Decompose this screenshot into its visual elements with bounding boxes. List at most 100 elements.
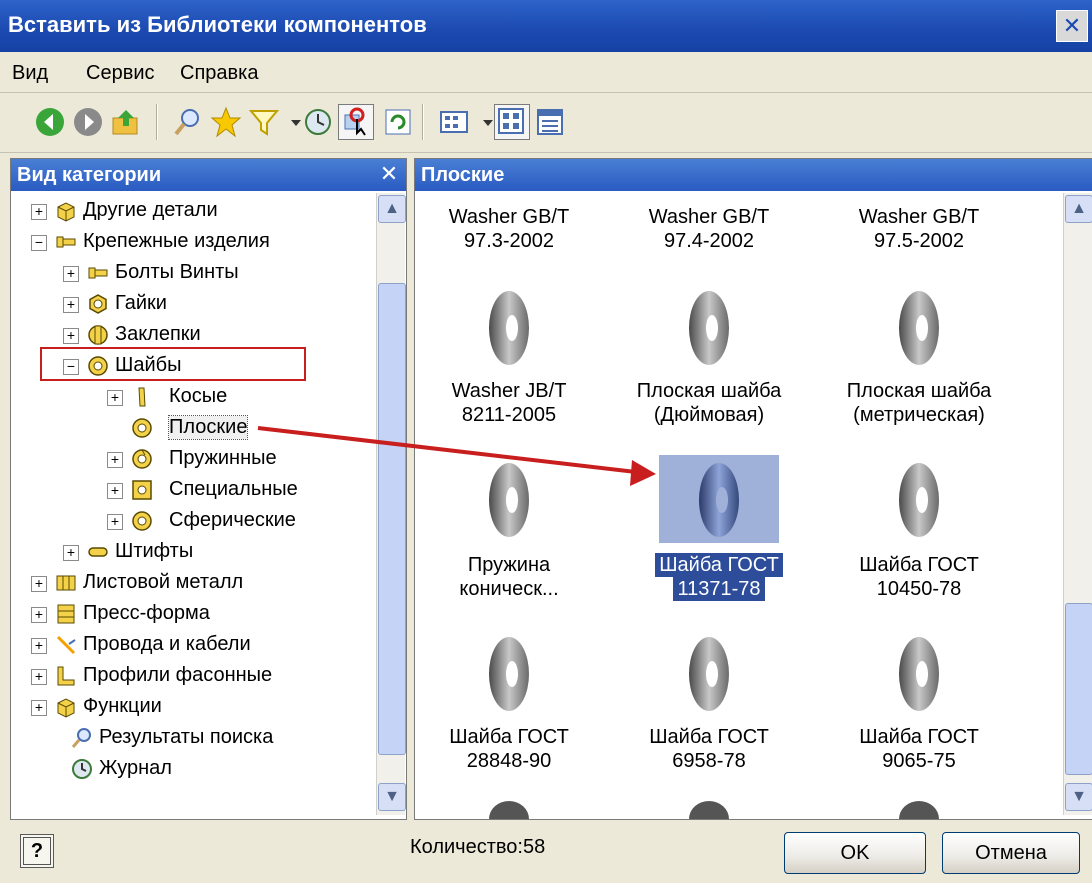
component-item[interactable]: Washer GB/T 97.4-2002: [609, 205, 809, 253]
component-item-selected[interactable]: Шайба ГОСТ 11371-78: [619, 553, 819, 601]
component-item[interactable]: Washer JB/T 8211-2005: [409, 379, 609, 427]
tree-item-special[interactable]: + Специальные: [107, 476, 377, 506]
component-label: Шайба ГОСТ: [449, 726, 569, 748]
refresh-icon[interactable]: [382, 106, 414, 138]
component-label: Washer GB/T: [448, 206, 570, 228]
cancel-button[interactable]: Отмена: [942, 832, 1080, 874]
tree-item-nuts[interactable]: + Гайки: [63, 290, 383, 320]
tree-item-label: Пресс-форма: [83, 602, 210, 624]
forward-icon[interactable]: [72, 106, 104, 138]
tree-expander[interactable]: +: [107, 514, 123, 530]
filter-icon[interactable]: [248, 106, 280, 138]
component-item[interactable]: Шайба ГОСТ 28848-90: [409, 725, 609, 773]
tree-item-profiles[interactable]: + Профили фасонные: [31, 662, 371, 692]
back-icon[interactable]: [34, 106, 66, 138]
component-item[interactable]: Шайба ГОСТ 6958-78: [609, 725, 809, 773]
scroll-thumb[interactable]: [1065, 603, 1092, 775]
tree-expander[interactable]: +: [31, 700, 47, 716]
help-button[interactable]: ?: [20, 834, 54, 868]
category-scrollbar[interactable]: ▲ ▼: [376, 193, 406, 815]
component-item[interactable]: Плоская шайба (Дюймовая): [609, 379, 809, 427]
washer-thumbnail-icon: [489, 291, 529, 365]
component-label: Washer GB/T: [858, 206, 980, 228]
tree-item-mold[interactable]: + Пресс-форма: [31, 600, 371, 630]
washer-icon: [132, 511, 152, 531]
scroll-down-button[interactable]: ▼: [1065, 783, 1092, 811]
tree-expander[interactable]: +: [107, 483, 123, 499]
tree-item-label: Результаты поиска: [99, 726, 274, 748]
component-item[interactable]: Плоская шайба (метрическая): [819, 379, 1019, 427]
washer-thumbnail-icon: [489, 637, 529, 711]
tree-item-journal[interactable]: Журнал: [31, 755, 371, 785]
scroll-thumb[interactable]: [378, 283, 406, 755]
component-label: Шайба ГОСТ: [655, 553, 783, 577]
favorites-star-icon[interactable]: [210, 106, 242, 138]
tree-item-search-results[interactable]: Результаты поиска: [31, 724, 371, 754]
washer-thumbnail-icon: [689, 637, 729, 711]
ok-button[interactable]: OK: [784, 832, 926, 874]
tree-item-bolts-screws[interactable]: + Болты Винты: [63, 259, 383, 289]
close-icon[interactable]: ✕: [378, 163, 400, 185]
tree-expander[interactable]: +: [107, 452, 123, 468]
scroll-down-button[interactable]: ▼: [378, 783, 406, 811]
tree-expander[interactable]: +: [63, 328, 79, 344]
scroll-up-button[interactable]: ▲: [1065, 195, 1092, 223]
close-window-button[interactable]: ✕: [1056, 10, 1088, 42]
tree-item-spring[interactable]: + Пружинные: [107, 445, 377, 475]
tree-expander[interactable]: −: [31, 235, 47, 251]
large-icons-view-icon[interactable]: [494, 104, 530, 140]
tree-expander[interactable]: +: [63, 297, 79, 313]
tree-expander[interactable]: +: [31, 638, 47, 654]
up-folder-icon[interactable]: [110, 106, 142, 138]
highlight-box: [40, 347, 306, 381]
tree-expander[interactable]: +: [107, 390, 123, 406]
washer-thumbnail-icon: [899, 801, 939, 819]
tree-item-spherical[interactable]: + Сферические: [107, 507, 377, 537]
component-label: 97.5-2002: [873, 230, 965, 252]
scroll-up-button[interactable]: ▲: [378, 195, 406, 223]
tree-expander[interactable]: +: [31, 204, 47, 220]
tree-expander[interactable]: +: [31, 607, 47, 623]
bolt-icon: [88, 267, 108, 279]
tree-item-pins[interactable]: + Штифты: [63, 538, 383, 568]
tree-expander[interactable]: +: [31, 576, 47, 592]
history-icon: [72, 759, 92, 779]
component-item[interactable]: Washer GB/T 97.5-2002: [819, 205, 1019, 253]
status-bar: ? Количество:58 OK Отмена: [0, 822, 1092, 883]
component-item[interactable]: Пружина коническ...: [409, 553, 609, 601]
view-options-dropdown-icon[interactable]: [472, 106, 493, 138]
component-item[interactable]: Washer GB/T 97.3-2002: [409, 205, 609, 253]
filter-dropdown-icon[interactable]: [280, 106, 301, 138]
search-icon[interactable]: [172, 106, 204, 138]
tree-expander[interactable]: +: [63, 266, 79, 282]
tree-expander[interactable]: +: [63, 545, 79, 561]
details-view-icon[interactable]: [534, 106, 566, 138]
menu-view[interactable]: Вид: [12, 62, 48, 85]
tree-item-label: Плоские: [167, 415, 249, 440]
search-icon: [71, 728, 91, 748]
component-label: 6958-78: [672, 750, 746, 772]
component-label: 97.3-2002: [463, 230, 555, 252]
components-scrollbar[interactable]: ▲ ▼: [1063, 193, 1092, 815]
tree-item-other-parts[interactable]: + Другие детали: [31, 197, 371, 227]
select-component-icon[interactable]: [338, 104, 374, 140]
menu-help[interactable]: Справка: [180, 62, 258, 85]
tree-item-fasteners[interactable]: − Крепежные изделия: [31, 228, 371, 258]
history-icon[interactable]: [302, 106, 334, 138]
tree-item-flat[interactable]: Плоские: [107, 414, 377, 444]
menu-service[interactable]: Сервис: [86, 62, 155, 85]
component-item[interactable]: Шайба ГОСТ 10450-78: [819, 553, 1019, 601]
tree-item-oblique[interactable]: + Косые: [107, 383, 377, 413]
component-label: Шайба ГОСТ: [859, 726, 979, 748]
rivet-icon: [88, 325, 108, 345]
tree-expander[interactable]: +: [31, 669, 47, 685]
view-options-icon[interactable]: [438, 106, 470, 138]
component-item[interactable]: Шайба ГОСТ 9065-75: [819, 725, 1019, 773]
tree-item-sheet-metal[interactable]: + Листовой металл: [31, 569, 371, 599]
part-icon: [57, 202, 75, 222]
tree-item-functions[interactable]: + Функции: [31, 693, 371, 723]
washer-icon: [132, 418, 152, 438]
tree-item-label: Штифты: [115, 540, 194, 562]
component-label: (метрическая): [853, 404, 985, 426]
tree-item-wires-cables[interactable]: + Провода и кабели: [31, 631, 371, 661]
